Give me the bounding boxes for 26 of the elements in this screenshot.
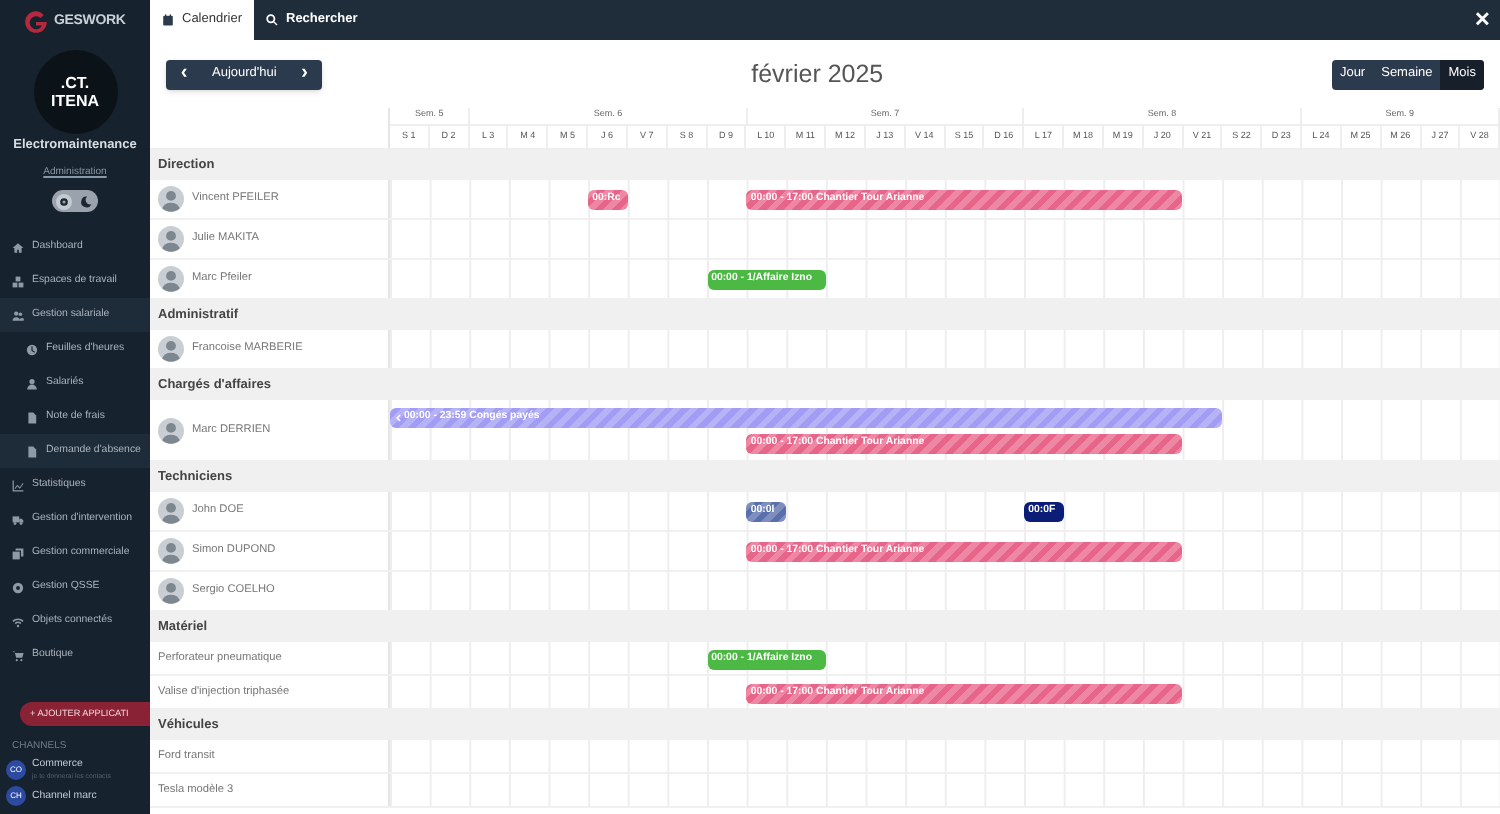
next-button[interactable]: › (286, 59, 323, 89)
user-icon (26, 377, 38, 389)
month-title: février 2025 (749, 57, 886, 92)
moon-icon (78, 193, 95, 209)
calendar-icon (162, 14, 174, 26)
logo-text: .CT. (60, 74, 90, 92)
search-icon (266, 14, 278, 26)
gear-icon (55, 193, 72, 209)
wifi-icon (12, 615, 24, 627)
logo-text: ITENA (51, 92, 99, 110)
chart-icon (12, 479, 24, 491)
close-button[interactable]: ✕ (1464, 0, 1500, 40)
copy-icon (12, 547, 24, 559)
cart-icon (12, 649, 24, 661)
cubes-icon (12, 275, 24, 287)
chevron-left-icon (394, 414, 402, 422)
g-logo-icon (24, 10, 48, 34)
settings-icon (12, 581, 24, 593)
file-icon (26, 445, 38, 457)
users-icon (12, 309, 24, 321)
theme-toggle[interactable] (52, 190, 98, 212)
truck-icon (12, 513, 24, 525)
previous-button[interactable]: ‹ (166, 59, 202, 89)
file-icon (26, 411, 38, 423)
clock-icon (26, 343, 38, 355)
home-icon (12, 241, 24, 253)
